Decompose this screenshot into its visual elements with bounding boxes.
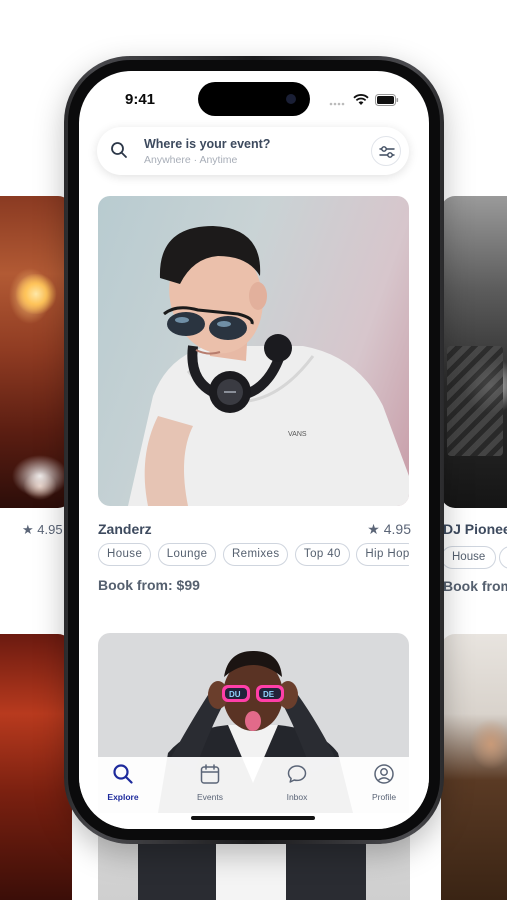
search-subtitle: Anywhere · Anytime xyxy=(144,154,238,166)
left-card-photo-2[interactable] xyxy=(0,634,72,900)
search-title: Where is your event? xyxy=(144,137,271,151)
phone-frame: 9:41 Where is your event? Anywhere · Any… xyxy=(64,56,444,844)
right-card-tag: L xyxy=(499,546,507,569)
right-card-photo[interactable] xyxy=(441,196,507,508)
chandelier-light xyxy=(14,274,58,314)
search-icon xyxy=(110,141,128,164)
left-card-photo[interactable] xyxy=(0,196,72,508)
dj-name[interactable]: Zanderz xyxy=(98,521,152,537)
calendar-icon xyxy=(200,764,220,784)
status-time: 9:41 xyxy=(125,91,156,108)
glasses-text-left: DU xyxy=(229,690,241,699)
sliders-icon xyxy=(379,146,395,158)
bottom-tab-bar: Explore Events Inbox Profile xyxy=(79,757,429,829)
home-indicator[interactable] xyxy=(191,816,315,820)
second-card-photo-bottom xyxy=(98,836,410,900)
event-search-bar[interactable]: Where is your event? Anywhere · Anytime xyxy=(97,127,409,175)
dj-deck-equipment xyxy=(447,346,503,456)
genre-tag[interactable]: Hip Hop xyxy=(356,543,409,566)
genre-tag[interactable]: Lounge xyxy=(157,543,217,566)
genre-tag[interactable]: Top 40 xyxy=(294,543,350,566)
tab-label: Inbox xyxy=(286,792,308,802)
wifi-icon xyxy=(353,93,369,111)
status-icons xyxy=(329,93,399,111)
chat-bubble-icon xyxy=(287,765,307,783)
right-card-photo-2[interactable] xyxy=(441,634,507,900)
shirt xyxy=(216,836,286,900)
dj-rating: ★ 4.95 xyxy=(367,521,411,537)
tab-explore[interactable]: Explore xyxy=(93,763,153,802)
search-icon xyxy=(113,764,133,784)
user-circle-icon xyxy=(374,764,394,784)
cellular-signal-icon xyxy=(329,93,347,111)
jacket-right xyxy=(284,836,366,900)
app-screen: 9:41 Where is your event? Anywhere · Any… xyxy=(79,71,429,829)
phone-bezel: 9:41 Where is your event? Anywhere · Any… xyxy=(68,60,440,840)
dynamic-island xyxy=(198,82,310,116)
genre-tag[interactable]: Remixes xyxy=(222,543,289,566)
tab-label: Explore xyxy=(107,792,139,802)
dj-card-photo[interactable]: VANS xyxy=(98,196,409,506)
camera-icon xyxy=(286,94,296,104)
book-price: Book from: $99 xyxy=(98,577,200,593)
genre-tag[interactable]: House xyxy=(98,543,152,566)
right-card-name: DJ Pionee xyxy=(443,521,507,537)
left-card-rating: ★ 4.95 xyxy=(22,522,63,537)
battery-icon xyxy=(375,93,399,111)
glasses-text-right: DE xyxy=(263,690,275,699)
right-card-tag: House xyxy=(441,546,497,569)
svg-text:VANS: VANS xyxy=(288,431,307,438)
jacket-left xyxy=(138,836,220,900)
tab-events[interactable]: Events xyxy=(180,763,240,802)
tab-inbox[interactable]: Inbox xyxy=(267,763,327,802)
tab-label: Profile xyxy=(371,792,397,802)
tab-profile[interactable]: Profile xyxy=(354,763,414,802)
dj-portrait-illustration: VANS xyxy=(128,226,409,506)
tab-label: Events xyxy=(197,792,223,802)
filter-button[interactable] xyxy=(371,136,401,166)
genre-tags: House Lounge Remixes Top 40 Hip Hop xyxy=(98,543,409,567)
star-icon: ★ xyxy=(367,521,380,537)
right-card-price: Book from xyxy=(443,578,507,594)
